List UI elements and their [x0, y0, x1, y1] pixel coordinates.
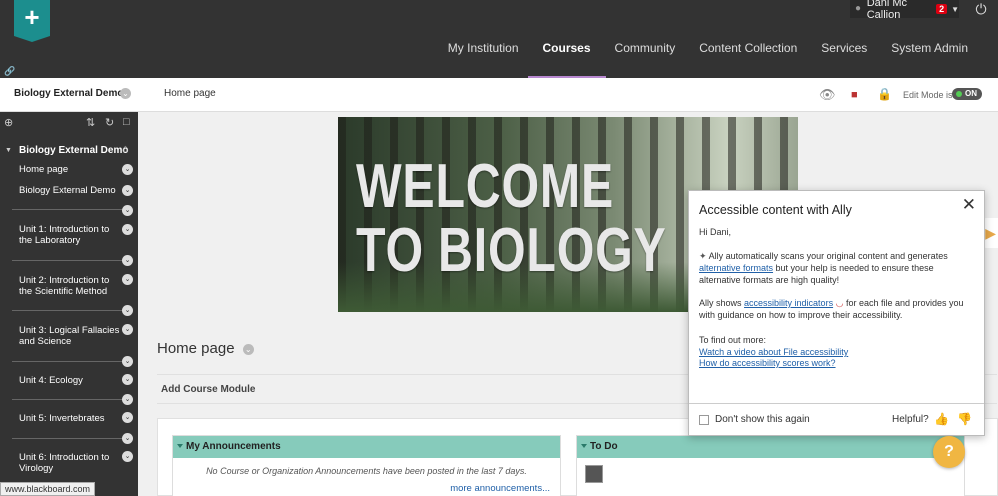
page-menu-chevron-icon[interactable]: ⌄ [242, 343, 254, 355]
announcements-empty-text: No Course or Organization Announcements … [206, 466, 527, 476]
folder-icon[interactable]: □ [123, 116, 130, 128]
chevron-down-icon[interactable]: ⌄ [122, 205, 133, 216]
ally-greeting: Hi Dani, [699, 227, 732, 237]
breadcrumb: Biology External Demo ⌄ Home page 👁 ■ 🔒 … [0, 78, 998, 112]
divider [12, 260, 122, 261]
color-palette-icon[interactable]: ■ [851, 89, 858, 101]
course-menu-sidebar: ⊕ ⇅ ↻ □ ▼ Biology External Demo ⌂ Home p… [0, 112, 138, 496]
add-logo-icon[interactable]: + [14, 0, 50, 42]
banner-line-2: TO BIOLOGY [356, 216, 667, 285]
close-icon[interactable]: ✕ [962, 195, 976, 215]
ally-wand-icon: ✦ [699, 251, 707, 261]
collapse-triangle-icon[interactable]: ▼ [5, 147, 12, 154]
ally-p1-text-a: Ally automatically scans your original c… [708, 251, 948, 261]
dont-show-again-checkbox[interactable] [699, 415, 709, 425]
student-preview-eye-icon[interactable]: 👁 [819, 87, 836, 103]
todo-module: To Do [576, 435, 965, 496]
divider [12, 399, 122, 400]
chevron-down-icon[interactable]: ⌄ [122, 274, 133, 285]
accessibility-indicators-link[interactable]: accessibility indicators [744, 298, 833, 308]
chevron-down-icon[interactable]: ⌄ [122, 356, 133, 367]
sidebar-item-biology-external-demo[interactable]: Biology External Demo [19, 185, 123, 196]
chevron-down-icon[interactable]: ⌄ [122, 255, 133, 266]
add-menu-item-icon[interactable]: ⊕ [4, 116, 13, 129]
chevron-down-icon[interactable]: ⌄ [122, 433, 133, 444]
dont-show-again-label: Don't show this again [715, 414, 810, 425]
nav-system-admin[interactable]: System Admin [891, 36, 968, 78]
chevron-down-icon[interactable]: ⌄ [122, 324, 133, 335]
course-menu-chevron-icon[interactable]: ⌄ [120, 88, 131, 99]
sidebar-toolbar: ⊕ ⇅ ↻ □ [0, 112, 138, 134]
chevron-down-icon[interactable]: ⌄ [122, 224, 133, 235]
sidebar-item-unit-2[interactable]: Unit 2: Introduction to the Scientific M… [19, 275, 123, 297]
page-title-text: Home page [157, 340, 235, 357]
top-header: + ● Dani Mc Callion 2 ▼ ⏻ My Institution… [0, 0, 998, 78]
announcements-header[interactable]: My Announcements [173, 436, 560, 458]
refresh-icon[interactable]: ↻ [105, 116, 114, 129]
divider [12, 310, 122, 311]
user-icon: ● [855, 3, 862, 14]
chevron-down-icon[interactable]: ⌄ [122, 164, 133, 175]
ally-dialog-title: Accessible content with Ally [699, 203, 852, 217]
nav-courses[interactable]: Courses [527, 36, 606, 78]
thumbs-down-icon[interactable]: 👎 [957, 412, 972, 426]
sidebar-item-unit-3[interactable]: Unit 3: Logical Fallacies and Science [19, 325, 123, 347]
todo-header[interactable]: To Do [577, 436, 964, 458]
divider [12, 361, 122, 362]
divider [12, 438, 122, 439]
ally-dialog: Accessible content with Ally ✕ Hi Dani, … [688, 190, 985, 436]
add-course-module-button[interactable]: Add Course Module [161, 384, 255, 395]
ally-paragraph-2: Ally shows accessibility indicators ◡ fo… [699, 297, 969, 321]
course-title[interactable]: Biology External Demo [14, 88, 123, 99]
sidebar-course-title[interactable]: Biology External Demo [19, 145, 128, 156]
chevron-down-icon[interactable]: ⌄ [122, 451, 133, 462]
chevron-down-icon[interactable]: ⌄ [122, 305, 133, 316]
divider [12, 209, 122, 210]
sidebar-item-unit-5[interactable]: Unit 5: Invertebrates [19, 413, 123, 424]
chevron-down-icon[interactable]: ⌄ [122, 394, 133, 405]
gauge-indicator-icon: ◡ [835, 298, 844, 308]
nav-my-institution[interactable]: My Institution [448, 36, 519, 78]
sidebar-item-unit-4[interactable]: Unit 4: Ecology [19, 375, 123, 386]
ally-p2-text-a: Ally shows [699, 298, 742, 308]
alternative-formats-link[interactable]: alternative formats [699, 263, 773, 273]
banner-line-1: WELCOME [356, 152, 614, 221]
breadcrumb-page: Home page [164, 88, 216, 99]
chevron-down-icon[interactable]: ⌄ [122, 185, 133, 196]
user-menu[interactable]: ● Dani Mc Callion 2 ▼ [850, 0, 959, 21]
thumbs-up-icon[interactable]: 👍 [934, 412, 949, 426]
edit-mode-toggle[interactable]: ON [952, 88, 982, 100]
main-nav: My Institution Courses Community Content… [436, 36, 998, 78]
edit-mode-label: Edit Mode is: [903, 90, 956, 100]
user-name: Dani Mc Callion [866, 0, 908, 21]
sidebar-item-unit-6[interactable]: Unit 6: Introduction to Virology [19, 452, 123, 474]
chevron-down-icon[interactable]: ⌄ [122, 374, 133, 385]
ally-paragraph-1: ✦ Ally automatically scans your original… [699, 250, 969, 286]
sidebar-item-unit-1[interactable]: Unit 1: Introduction to the Laboratory [19, 224, 123, 246]
page-title: Home page ⌄ [157, 340, 254, 357]
link-icon[interactable]: 🔗 [4, 66, 15, 77]
nav-content-collection[interactable]: Content Collection [699, 36, 797, 78]
notification-badge[interactable]: 2 [936, 4, 948, 14]
announcements-module: My Announcements No Course or Organizati… [172, 435, 561, 496]
avatar [585, 465, 603, 483]
nav-community[interactable]: Community [615, 36, 676, 78]
status-bar-url: www.blackboard.com [0, 482, 96, 496]
helpful-label: Helpful? [892, 414, 929, 425]
chevron-down-icon[interactable]: ⌄ [122, 412, 133, 423]
more-announcements-link[interactable]: more announcements... [450, 483, 550, 494]
nav-services[interactable]: Services [821, 36, 867, 78]
chevron-down-icon[interactable]: ▼ [951, 5, 959, 14]
sidebar-item-home-page[interactable]: Home page [19, 164, 123, 175]
banner-text: WELCOME TO BIOLOGY [356, 155, 667, 283]
home-icon[interactable]: ⌂ [122, 143, 129, 155]
logout-power-icon[interactable]: ⏻ [972, 0, 990, 18]
help-button[interactable]: ? [933, 436, 965, 468]
lock-icon[interactable]: 🔒 [877, 87, 892, 101]
ally-dialog-footer: Don't show this again Helpful? 👍 👎 [689, 403, 984, 436]
sort-icon[interactable]: ⇅ [86, 116, 95, 129]
accessibility-scores-link[interactable]: How do accessibility scores work? [699, 357, 836, 369]
ally-find-out: To find out more: [699, 335, 767, 345]
